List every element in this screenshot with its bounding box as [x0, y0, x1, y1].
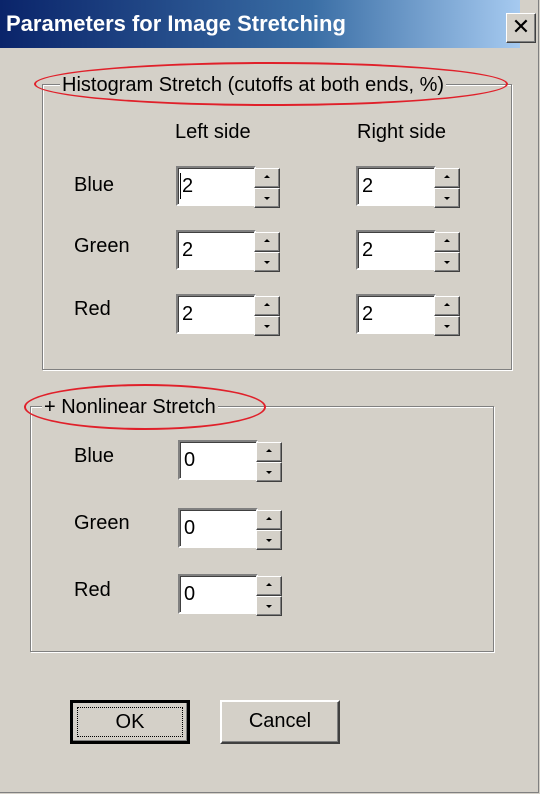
spin-down-button[interactable]	[434, 188, 460, 208]
histogram-red-left-spinner[interactable]	[254, 296, 280, 336]
nonlinear-red-spinner[interactable]	[256, 576, 282, 616]
arrow-up-icon	[444, 303, 450, 306]
histogram-red-right-field[interactable]	[356, 294, 460, 336]
histogram-green-left-spinner[interactable]	[254, 232, 280, 272]
histogram-row-label-green: Green	[74, 235, 130, 257]
histogram-green-left-input[interactable]	[182, 235, 246, 265]
cancel-label: Cancel	[248, 710, 312, 732]
nonlinear-red-field[interactable]	[178, 574, 282, 616]
arrow-up-icon	[264, 303, 270, 306]
histogram-red-right-spinner[interactable]	[434, 296, 460, 336]
right-side-header: Right side	[357, 121, 446, 143]
spin-down-button[interactable]	[254, 252, 280, 272]
left-side-header: Left side	[175, 121, 251, 143]
arrow-up-icon	[266, 449, 272, 452]
histogram-red-left-field[interactable]	[176, 294, 280, 336]
arrow-up-icon	[266, 583, 272, 586]
arrow-down-icon	[444, 197, 450, 200]
spin-up-button[interactable]	[434, 232, 460, 252]
nonlinear-row-label-green: Green	[74, 512, 130, 534]
nonlinear-blue-spinner[interactable]	[256, 442, 282, 482]
histogram-blue-left-input[interactable]	[182, 171, 246, 201]
arrow-down-icon	[444, 325, 450, 328]
histogram-green-right-field[interactable]	[356, 230, 460, 272]
arrow-up-icon	[444, 175, 450, 178]
nonlinear-blue-input[interactable]	[184, 445, 248, 475]
nonlinear-row-label-red: Red	[74, 579, 111, 601]
close-icon: ✕	[511, 14, 531, 39]
spin-up-button[interactable]	[254, 232, 280, 252]
nonlinear-green-input[interactable]	[184, 513, 248, 543]
arrow-down-icon	[264, 261, 270, 264]
spin-down-button[interactable]	[434, 316, 460, 336]
nonlinear-green-field[interactable]	[178, 508, 282, 550]
spin-down-button[interactable]	[256, 530, 282, 550]
histogram-green-right-spinner[interactable]	[434, 232, 460, 272]
focus-rect	[77, 707, 183, 737]
arrow-down-icon	[264, 197, 270, 200]
nonlinear-row-label-blue: Blue	[74, 445, 115, 467]
spin-down-button[interactable]	[254, 188, 280, 208]
histogram-blue-left-spinner[interactable]	[254, 168, 280, 208]
histogram-blue-right-input[interactable]	[362, 171, 426, 201]
spin-up-button[interactable]	[254, 168, 280, 188]
spin-up-button[interactable]	[434, 296, 460, 316]
spin-down-button[interactable]	[256, 596, 282, 616]
close-button[interactable]: ✕	[506, 13, 536, 43]
histogram-row-label-red: Red	[74, 298, 111, 320]
histogram-row-label-blue: Blue	[74, 174, 115, 196]
histogram-green-left-field[interactable]	[176, 230, 280, 272]
nonlinear-blue-field[interactable]	[178, 440, 282, 482]
spin-down-button[interactable]	[254, 316, 280, 336]
nonlinear-red-input[interactable]	[184, 579, 248, 609]
arrow-down-icon	[266, 605, 272, 608]
arrow-down-icon	[266, 539, 272, 542]
arrow-down-icon	[264, 325, 270, 328]
histogram-red-right-input[interactable]	[362, 299, 426, 329]
nonlinear-green-spinner[interactable]	[256, 510, 282, 550]
annotation-ellipse-nonlinear	[24, 384, 266, 430]
text-caret	[180, 173, 181, 199]
spin-up-button[interactable]	[434, 168, 460, 188]
window-title: Parameters for Image Stretching	[6, 11, 346, 36]
histogram-blue-right-spinner[interactable]	[434, 168, 460, 208]
histogram-green-right-input[interactable]	[362, 235, 426, 265]
spin-down-button[interactable]	[434, 252, 460, 272]
spin-down-button[interactable]	[256, 462, 282, 482]
histogram-red-left-input[interactable]	[182, 299, 246, 329]
ok-button[interactable]: OK	[70, 700, 190, 744]
arrow-up-icon	[266, 517, 272, 520]
arrow-down-icon	[444, 261, 450, 264]
arrow-up-icon	[444, 239, 450, 242]
cancel-button[interactable]: Cancel	[220, 700, 340, 744]
arrow-up-icon	[264, 175, 270, 178]
annotation-ellipse-histogram	[34, 62, 508, 106]
histogram-blue-right-field[interactable]	[356, 166, 460, 208]
histogram-blue-left-field[interactable]	[176, 166, 280, 208]
arrow-up-icon	[264, 239, 270, 242]
spin-up-button[interactable]	[256, 576, 282, 596]
arrow-down-icon	[266, 471, 272, 474]
spin-up-button[interactable]	[256, 510, 282, 530]
spin-up-button[interactable]	[256, 442, 282, 462]
spin-up-button[interactable]	[254, 296, 280, 316]
